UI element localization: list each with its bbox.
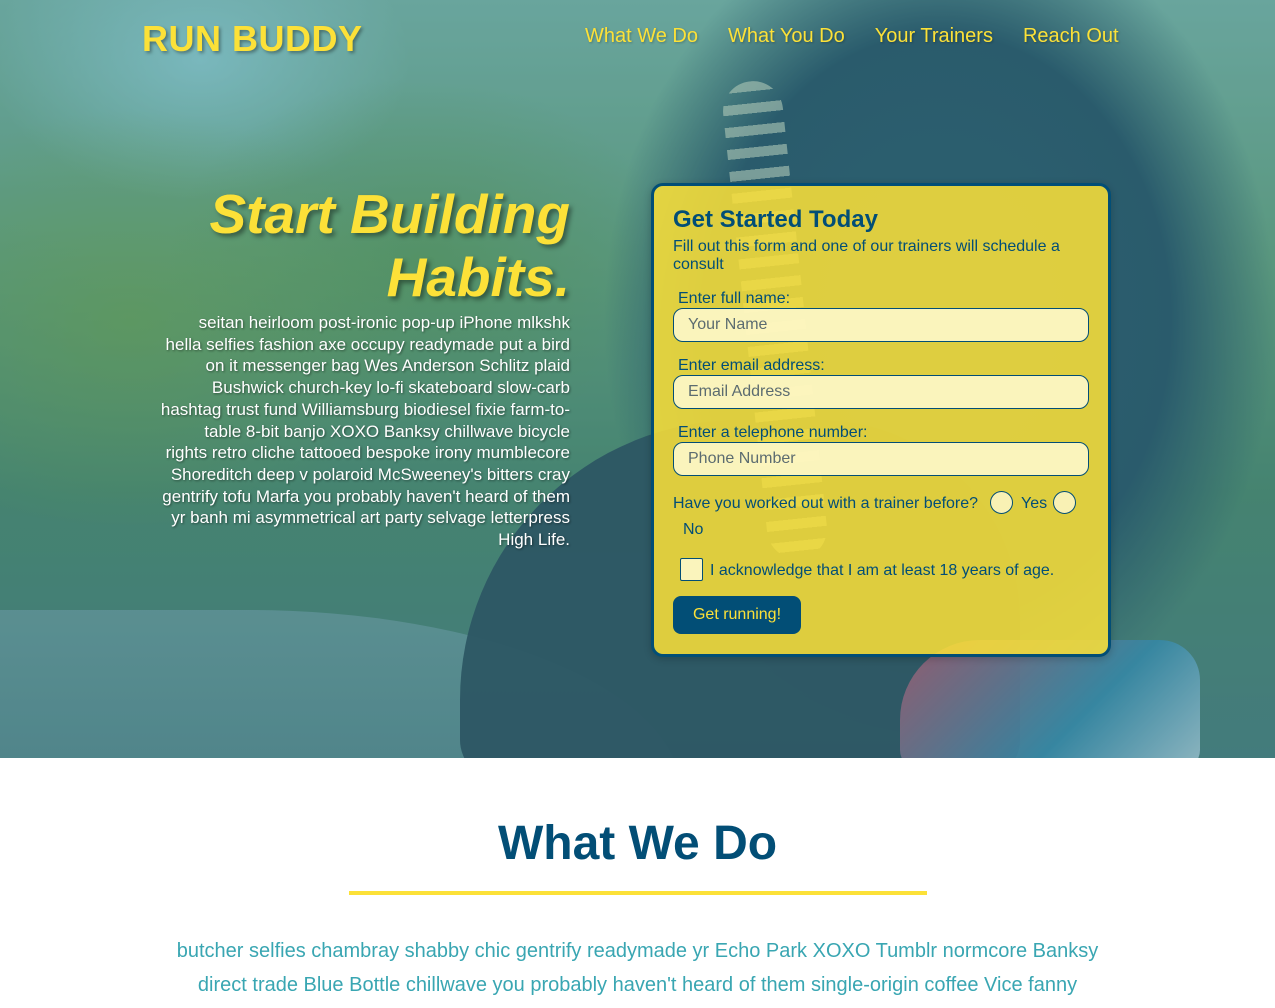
email-input[interactable] (673, 375, 1089, 409)
get-started-form: Get Started Today Fill out this form and… (651, 183, 1111, 657)
name-input[interactable] (673, 308, 1089, 342)
nav-link-what-you-do[interactable]: What You Do (728, 25, 845, 48)
form-subtitle: Fill out this form and one of our traine… (673, 238, 1060, 273)
what-we-do-body-line-2: direct trade Blue Bottle chillwave you p… (197, 974, 1078, 996)
phone-label: Enter a telephone number: (678, 424, 868, 441)
email-label: Enter email address: (678, 357, 825, 374)
what-we-do-title: What We Do (497, 817, 778, 870)
radio-no[interactable] (1053, 491, 1076, 514)
nav-link-your-trainers[interactable]: Your Trainers (875, 25, 993, 48)
radio-yes-label: Yes (1021, 495, 1048, 512)
radio-no-label: No (683, 521, 704, 538)
main-nav: What We Do What You Do Your Trainers Rea… (585, 25, 1119, 48)
logo[interactable]: RUN BUDDY (142, 18, 363, 60)
age-checkbox-label: I acknowledge that I am at least 18 year… (710, 562, 1055, 579)
hero-body-text: seitan heirloom post-ironic pop-up iPhon… (160, 313, 570, 550)
section-divider (349, 891, 927, 895)
hero-title: Start Building Habits. (209, 183, 570, 308)
submit-button[interactable]: Get running! (673, 596, 801, 634)
age-checkbox[interactable] (680, 558, 703, 581)
trainer-question: Have you worked out with a trainer befor… (673, 495, 979, 512)
form-title: Get Started Today (673, 206, 878, 233)
name-label: Enter full name: (678, 290, 791, 307)
site-header: RUN BUDDY What We Do What You Do Your Tr… (0, 0, 1275, 80)
nav-link-reach-out[interactable]: Reach Out (1023, 25, 1119, 48)
nav-link-what-we-do[interactable]: What We Do (585, 25, 698, 48)
radio-yes[interactable] (990, 491, 1013, 514)
what-we-do-body: butcher selfies chambray shabby chic gen… (160, 934, 1115, 1002)
what-we-do-body-line-1: butcher selfies chambray shabby chic gen… (176, 940, 1099, 962)
hero-section: RUN BUDDY What We Do What You Do Your Tr… (0, 0, 1275, 758)
phone-input[interactable] (673, 442, 1089, 476)
